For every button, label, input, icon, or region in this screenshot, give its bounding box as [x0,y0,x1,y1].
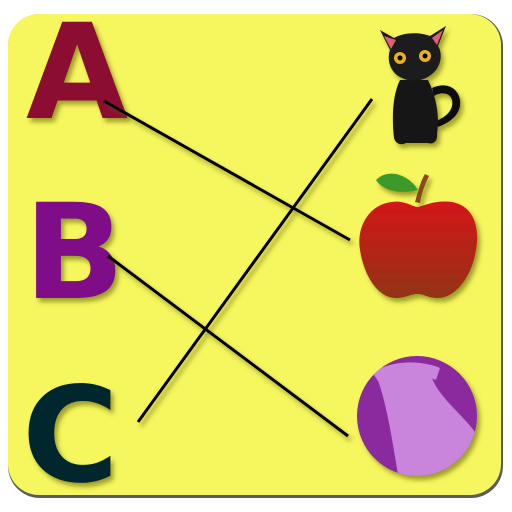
letter-b[interactable]: B [24,176,125,330]
letter-a[interactable]: A [26,0,128,150]
matching-game-icon: A B C [8,0,503,512]
letter-c[interactable]: C [22,359,119,512]
